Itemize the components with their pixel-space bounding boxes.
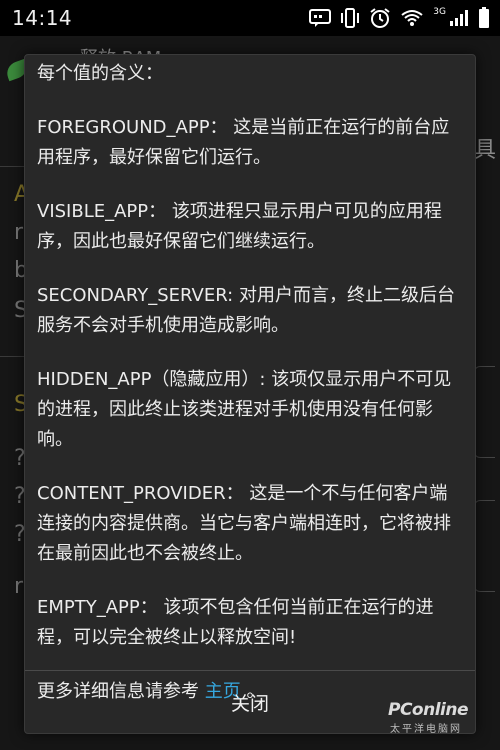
watermark-subtitle: 太平洋电脑网 xyxy=(390,724,462,735)
status-icons: 3G xyxy=(309,7,490,29)
vibrate-icon xyxy=(341,8,360,28)
definition-foreground-app: FOREGROUND_APP： 这是当前正在运行的前台应用程序，最好保留它们运行… xyxy=(37,117,450,168)
definition-hidden-app: HIDDEN_APP（隐藏应用）: 该项仅显示用户不可见的进程，因此终止该类进程… xyxy=(37,369,452,450)
dialog-heading: 每个值的含义： xyxy=(37,63,163,84)
background-side-text: 具 xyxy=(474,138,497,163)
watermark-brand: PConline xyxy=(388,700,469,720)
watermark: PConline 太平洋电脑网 xyxy=(388,700,498,748)
signal-icon xyxy=(450,10,468,26)
network-type-label: 3G xyxy=(433,7,446,17)
info-dialog: 每个值的含义： FOREGROUND_APP： 这是当前正在运行的前台应用程序，… xyxy=(24,54,476,734)
definition-empty-app: EMPTY_APP： 该项不包含任何当前正在运行的进程，可以完全被终止以释放空间… xyxy=(37,597,434,648)
background-letter: r xyxy=(14,220,24,245)
battery-icon xyxy=(479,7,489,28)
status-bar: 14:14 3G xyxy=(0,0,500,36)
definition-secondary-server: SECONDARY_SERVER: 对用户而言，终止二级后台服务不会对手机使用造… xyxy=(37,285,455,336)
background-button-frame xyxy=(474,366,495,458)
definition-content-provider: CONTENT_PROVIDER： 这是一个不与任何客户端连接的内容提供商。当它… xyxy=(37,483,451,564)
status-time: 14:14 xyxy=(12,6,73,30)
wifi-icon xyxy=(401,10,423,26)
message-icon xyxy=(309,9,332,27)
dialog-content: 每个值的含义： FOREGROUND_APP： 这是当前正在运行的前台应用程序，… xyxy=(37,61,465,702)
background-letter: r xyxy=(14,574,24,599)
alarm-icon xyxy=(370,8,390,28)
background-button-frame xyxy=(474,500,495,592)
definition-visible-app: VISIBLE_APP： 该项进程只显示用户可见的应用程序，因此也最好保留它们继… xyxy=(37,201,442,252)
